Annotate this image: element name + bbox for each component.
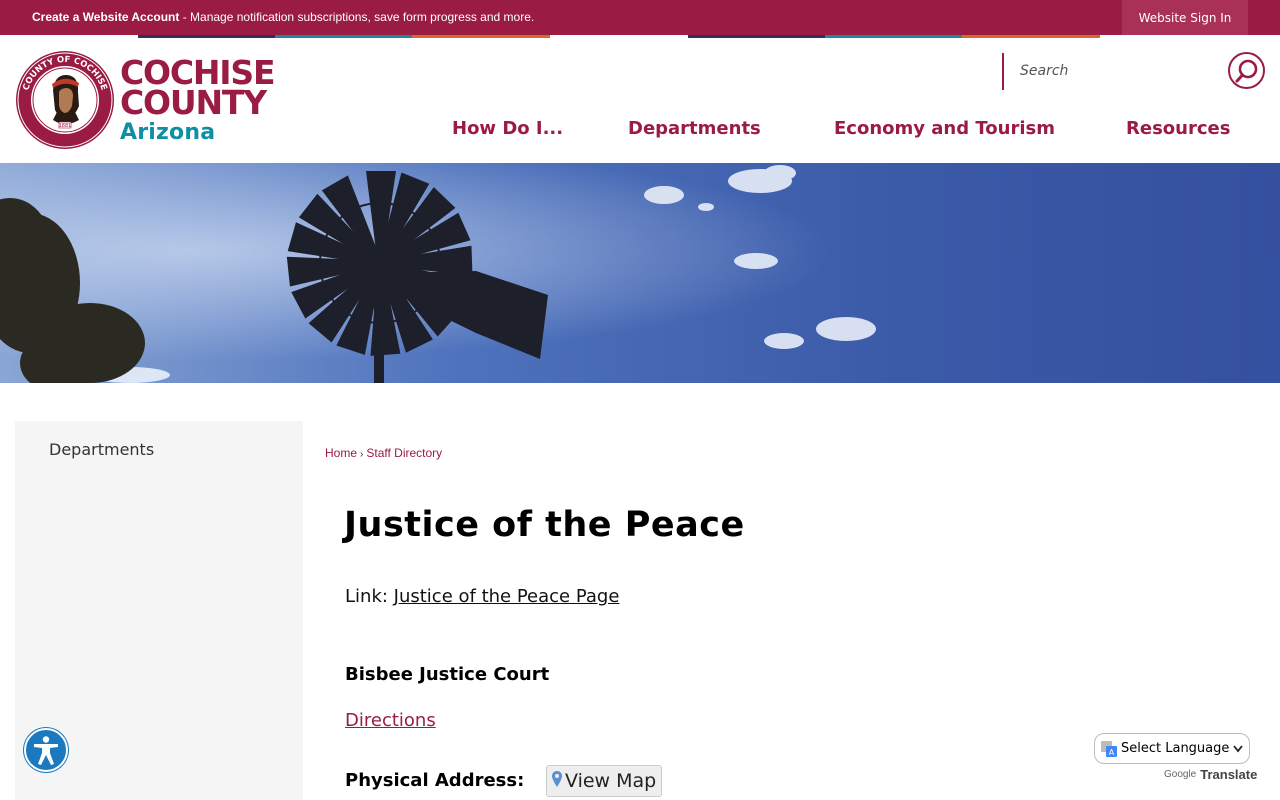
- search-icon: [1235, 59, 1257, 82]
- court-name: Bisbee Justice Court: [345, 664, 550, 685]
- page-title: Justice of the Peace: [344, 505, 745, 545]
- nav-item-how-do-i[interactable]: How Do I...: [452, 118, 563, 139]
- create-account-link[interactable]: Create a Website Account: [32, 10, 179, 24]
- breadcrumb-staff-directory[interactable]: Staff Directory: [366, 446, 442, 460]
- google-label: Google: [1164, 769, 1197, 780]
- view-map-label: View Map: [565, 770, 657, 792]
- department-page-link[interactable]: Justice of the Peace Page: [394, 586, 620, 607]
- accessibility-button[interactable]: [24, 728, 68, 772]
- breadcrumb-separator: ›: [360, 449, 364, 460]
- google-translate-icon: A: [1101, 740, 1117, 757]
- logo-line-county: COUNTY: [120, 83, 267, 122]
- breadcrumb-home[interactable]: Home: [325, 446, 357, 460]
- website-sign-in-button[interactable]: Website Sign In: [1122, 0, 1248, 35]
- language-select[interactable]: A Select Language: [1094, 733, 1250, 764]
- account-message: Create a Website Account - Manage notifi…: [32, 10, 534, 24]
- map-pin-icon: [551, 770, 563, 793]
- directions-link[interactable]: Directions: [345, 710, 436, 731]
- dropdown-caret-icon: [1233, 745, 1243, 753]
- svg-text:A: A: [1109, 748, 1115, 757]
- nav-item-resources[interactable]: Resources: [1126, 118, 1230, 139]
- sidebar-departments-link[interactable]: Departments: [49, 440, 154, 459]
- top-utility-bar: Create a Website Account - Manage notifi…: [0, 0, 1280, 35]
- search-input[interactable]: [1020, 61, 1210, 81]
- nav-item-economy-and-tourism[interactable]: Economy and Tourism: [834, 118, 1055, 139]
- accessibility-icon: [34, 736, 58, 765]
- link-label: Link:: [345, 586, 394, 607]
- view-map-button[interactable]: View Map: [546, 765, 662, 797]
- hero-banner-windmill: [0, 163, 1280, 383]
- language-select-label: Select Language: [1121, 741, 1230, 756]
- breadcrumb: Home › Staff Directory: [325, 446, 442, 460]
- powered-by-google-translate: Google Translate: [1164, 767, 1257, 782]
- department-link-row: Link: Justice of the Peace Page: [345, 586, 619, 607]
- search-button[interactable]: [1228, 52, 1265, 89]
- translate-link[interactable]: Translate: [1200, 767, 1257, 782]
- account-message-text: - Manage notification subscriptions, sav…: [179, 10, 535, 24]
- search-box: [1002, 53, 1218, 90]
- primary-navigation: How Do I... Departments Economy and Tour…: [0, 118, 1280, 144]
- site-header: COUNTY OF COCHISE ARIZONA 1881 COCHISE C…: [0, 38, 1280, 163]
- nav-item-departments[interactable]: Departments: [628, 118, 761, 139]
- physical-address-label: Physical Address:: [345, 770, 525, 791]
